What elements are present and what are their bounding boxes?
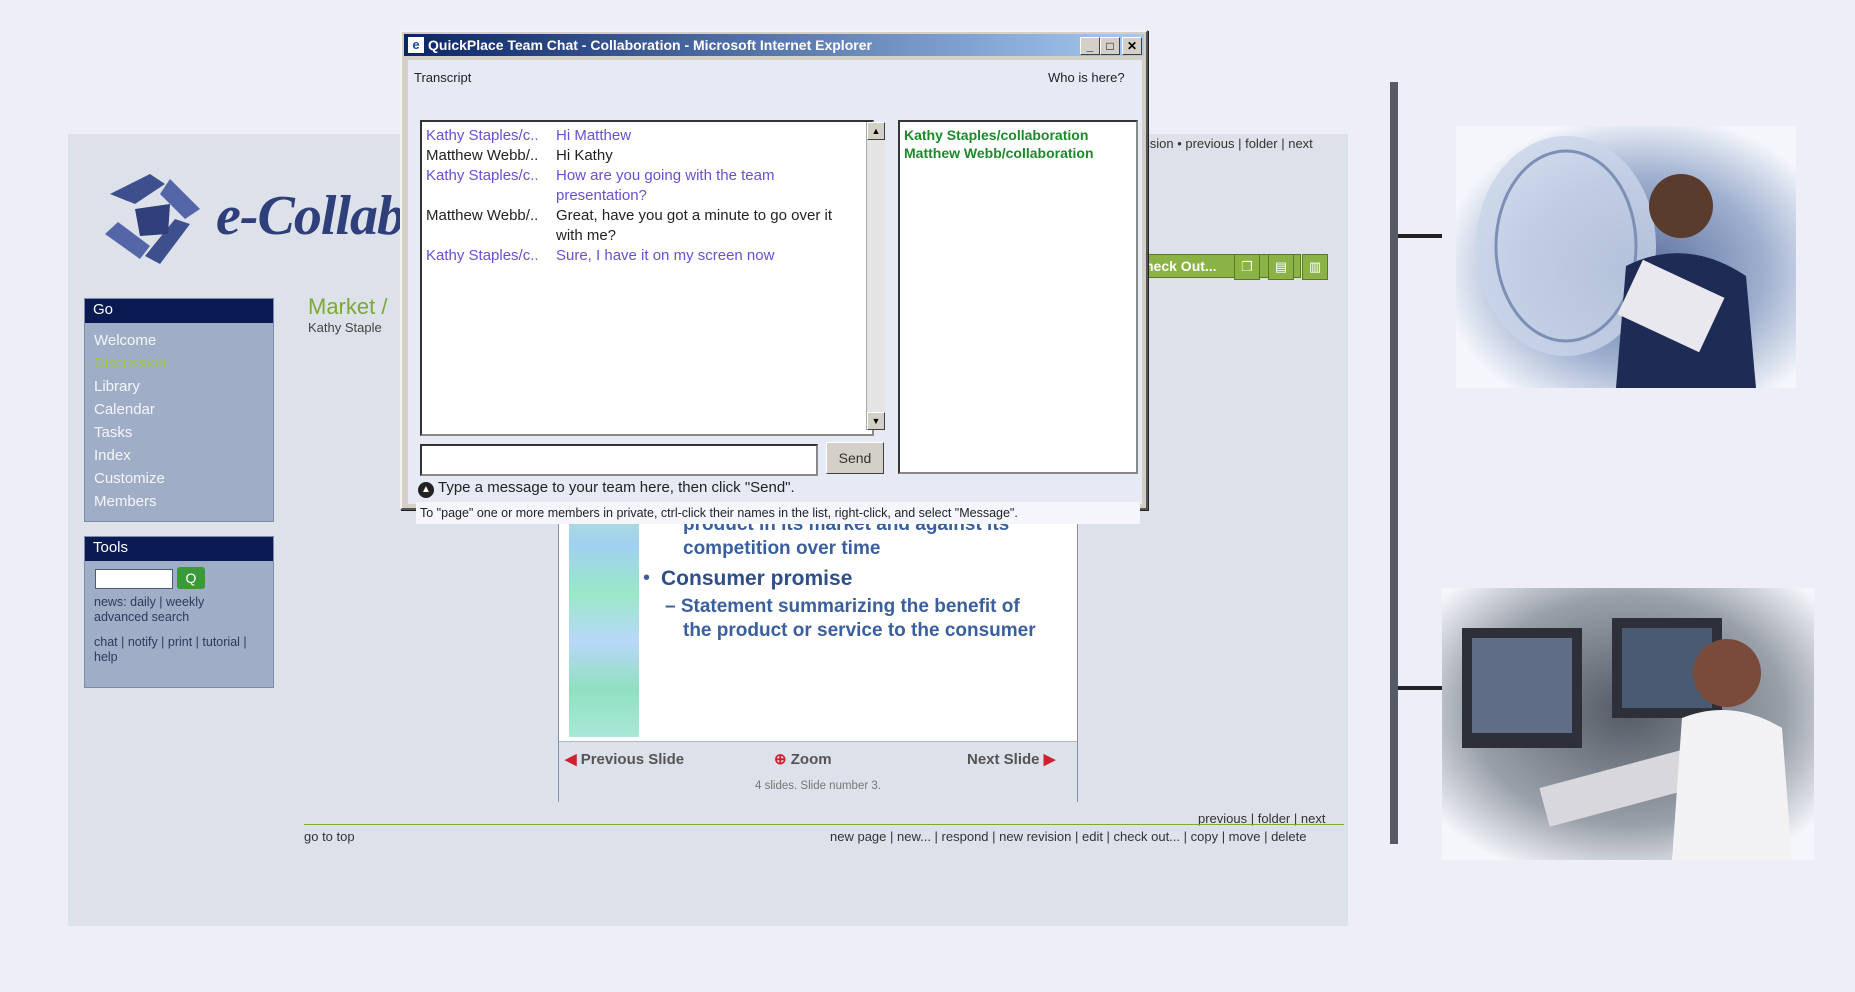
chat-message: Matthew Webb/.. Great, have you got a mi… bbox=[422, 206, 872, 246]
message-sender: Kathy Staples/c.. bbox=[426, 167, 539, 184]
who-is-here-label: Who is here? bbox=[1048, 70, 1125, 85]
slide-bullet: Consumer promise bbox=[661, 567, 853, 590]
divider bbox=[304, 824, 1344, 825]
delete-icon[interactable]: ▥ bbox=[1302, 254, 1328, 280]
slide-viewer: product in its market and against its co… bbox=[558, 494, 1078, 802]
page-icon[interactable]: ▤ bbox=[1268, 254, 1294, 280]
nav-item-calendar[interactable]: Calendar bbox=[85, 398, 273, 421]
scroll-up-icon[interactable]: ▲ bbox=[867, 122, 885, 140]
slide-sub-1: – Statement summarizing the benefit of bbox=[665, 596, 1020, 617]
previous-slide-label: Previous Slide bbox=[580, 751, 685, 768]
send-button[interactable]: Send bbox=[826, 442, 884, 474]
tools-header: Tools bbox=[85, 537, 273, 561]
transcript-label: Transcript bbox=[414, 70, 472, 85]
tool-links[interactable]: chat | notify | print | tutorial | bbox=[94, 635, 247, 650]
message-sender: Kathy Staples/c.. bbox=[426, 127, 539, 144]
page-author: Kathy Staple bbox=[308, 320, 382, 335]
message-text: How are you going with the team presenta… bbox=[556, 167, 775, 204]
photo-woman-at-computer bbox=[1442, 588, 1814, 860]
member-item[interactable]: Kathy Staples/collaboration bbox=[900, 126, 1136, 144]
page-title: Market / bbox=[308, 294, 388, 319]
tools-panel: Tools Q news: daily | weekly advanced se… bbox=[84, 536, 274, 688]
chat-message: Kathy Staples/c.. How are you going with… bbox=[422, 166, 872, 206]
next-arrow-icon: ▶ bbox=[1043, 751, 1056, 768]
go-nav: Go Welcome Discussion Library Calendar T… bbox=[84, 298, 274, 522]
transcript-list[interactable]: Kathy Staples/c.. Hi Matthew Matthew Web… bbox=[420, 120, 874, 436]
previous-slide-link[interactable]: ◀ Previous Slide bbox=[565, 750, 684, 768]
message-input[interactable] bbox=[420, 444, 818, 476]
nav-item-discussion[interactable]: Discussion bbox=[85, 352, 273, 375]
news-links[interactable]: news: daily | weekly bbox=[94, 595, 247, 610]
logo-text: e-Collab bbox=[216, 185, 405, 247]
help-link[interactable]: help bbox=[94, 650, 247, 665]
chat-body: Transcript Who is here? Kathy Staples/c.… bbox=[408, 60, 1142, 524]
nav-item-tasks[interactable]: Tasks bbox=[85, 421, 273, 444]
slide-decoration bbox=[569, 497, 639, 737]
page-actions[interactable]: new page | new... | respond | new revisi… bbox=[830, 829, 1307, 844]
go-to-top-link[interactable]: go to top bbox=[304, 829, 355, 844]
slide-count: 4 slides. Slide number 3. bbox=[755, 780, 881, 792]
timeline-bar bbox=[1390, 82, 1398, 844]
hint: ▲ Type a message to your team here, then … bbox=[418, 479, 795, 498]
window-title: QuickPlace Team Chat - Collaboration - M… bbox=[428, 37, 872, 53]
timeline-tick bbox=[1398, 686, 1442, 690]
message-sender: Matthew Webb/.. bbox=[426, 207, 539, 224]
message-sender: Matthew Webb/.. bbox=[426, 147, 539, 164]
tools-search-input[interactable] bbox=[95, 569, 173, 589]
message-text: Great, have you got a minute to go over … bbox=[556, 207, 832, 244]
minimize-icon[interactable]: _ bbox=[1080, 37, 1100, 55]
ie-icon: e bbox=[408, 37, 424, 53]
copy-icon[interactable]: ❐ bbox=[1234, 254, 1260, 280]
nav-item-members[interactable]: Members bbox=[85, 490, 273, 513]
next-slide-link[interactable]: Next Slide ▶ bbox=[967, 750, 1055, 768]
transcript-scrollbar[interactable]: ▲ ▼ bbox=[866, 122, 885, 430]
close-icon[interactable]: ✕ bbox=[1122, 37, 1142, 55]
prev-arrow-icon: ◀ bbox=[565, 751, 577, 768]
scroll-down-icon[interactable]: ▼ bbox=[867, 412, 885, 430]
chat-message: Matthew Webb/.. Hi Kathy bbox=[422, 146, 872, 166]
maximize-icon[interactable]: □ bbox=[1100, 37, 1120, 55]
slide-line-2: competition over time bbox=[683, 538, 881, 559]
nav-item-welcome[interactable]: Welcome bbox=[85, 329, 273, 352]
team-chat-window: e QuickPlace Team Chat - Collaboration -… bbox=[400, 30, 1148, 524]
top-nav-links[interactable]: ussion • previous | folder | next bbox=[1136, 136, 1313, 151]
members-list[interactable]: Kathy Staples/collaboration Matthew Webb… bbox=[898, 120, 1138, 474]
nav-item-index[interactable]: Index bbox=[85, 444, 273, 467]
member-item[interactable]: Matthew Webb/collaboration bbox=[900, 144, 1136, 162]
hint-text: Type a message to your team here, then c… bbox=[438, 479, 795, 496]
window-title-bar[interactable]: e QuickPlace Team Chat - Collaboration -… bbox=[404, 34, 1144, 56]
message-text: Sure, I have it on my screen now bbox=[556, 247, 775, 264]
search-icon[interactable]: Q bbox=[177, 567, 205, 589]
message-sender: Kathy Staples/c.. bbox=[426, 247, 539, 264]
next-slide-label: Next Slide bbox=[967, 751, 1040, 768]
zoom-link[interactable]: ⊕ Zoom bbox=[774, 750, 832, 768]
go-header: Go bbox=[85, 299, 273, 323]
zoom-icon: ⊕ bbox=[774, 751, 787, 768]
message-text: Hi Matthew bbox=[556, 127, 632, 144]
photo-woman-with-globe bbox=[1456, 126, 1796, 388]
slide-sub-2: the product or service to the consumer bbox=[683, 620, 1036, 641]
message-text: Hi Kathy bbox=[556, 147, 613, 164]
nav-item-customize[interactable]: Customize bbox=[85, 467, 273, 490]
page-members-note: To "page" one or more members in private… bbox=[416, 502, 1140, 524]
logo-mark-icon bbox=[105, 174, 200, 264]
timeline-tick bbox=[1398, 234, 1442, 238]
bullet-icon: • bbox=[643, 567, 651, 589]
chat-message: Kathy Staples/c.. Sure, I have it on my … bbox=[422, 246, 872, 266]
chat-message: Kathy Staples/c.. Hi Matthew bbox=[422, 126, 872, 146]
advanced-search-link[interactable]: advanced search bbox=[94, 610, 247, 625]
slide-nav: ◀ Previous Slide ⊕ Zoom Next Slide ▶ 4 s… bbox=[559, 741, 1077, 802]
up-arrow-icon: ▲ bbox=[418, 482, 434, 498]
nav-item-library[interactable]: Library bbox=[85, 375, 273, 398]
zoom-label: Zoom bbox=[790, 751, 832, 768]
